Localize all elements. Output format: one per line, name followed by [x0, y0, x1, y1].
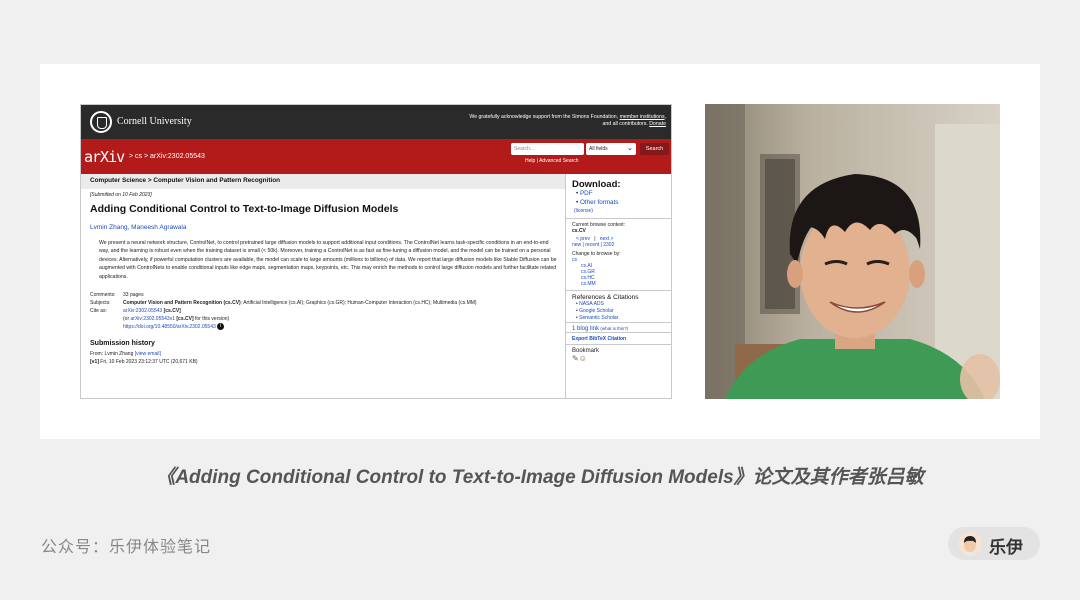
download-list: PDF Other formats [576, 190, 671, 207]
blog-section: 1 blog link (what is this?) [566, 322, 671, 332]
chevron-down-icon: ⌄ [627, 145, 633, 152]
acknowledgment-text: We gratefully acknowledge support from t… [466, 114, 666, 128]
paper-abstract: We present a neural network structure, C… [99, 240, 557, 280]
subjects-label: Subjects: [90, 300, 111, 307]
cite-value: arXiv:2302.05543 [cs.CV] (or arXiv:2302.… [123, 307, 565, 331]
submission-history-heading: Submission history [90, 340, 155, 348]
info-icon[interactable]: i [217, 323, 225, 331]
bibtex-section: Export BibTeX Citation [566, 332, 671, 344]
paper-title: Adding Conditional Control to Text-to-Im… [90, 203, 399, 215]
arxiv-top-bar: Cornell University We gratefully acknowl… [81, 105, 671, 139]
bibsonomy-icon[interactable]: ✎ [572, 354, 579, 363]
what-is-this-link[interactable]: (what is this?) [600, 326, 628, 331]
arxiv-screenshot: Cornell University We gratefully acknowl… [80, 104, 672, 399]
reddit-icon[interactable]: ☺ [579, 354, 587, 363]
author-photo-illustration [705, 104, 1000, 399]
browse-context-section: Current browse context: cs.CV < prev | n… [566, 218, 671, 287]
submitted-date: [Submitted on 10 Feb 2023] [90, 192, 152, 198]
search-field-select[interactable]: All fields ⌄ [586, 143, 636, 155]
google-scholar-link[interactable]: Google Scholar [579, 308, 613, 314]
other-subjects: ; Artificial Intelligence (cs.AI); Graph… [240, 300, 477, 307]
donate-link[interactable]: Donate [649, 121, 666, 127]
nasa-ads-link[interactable]: NASA ADS [579, 301, 604, 307]
cornell-seal-icon [90, 111, 112, 133]
subjects-value: Computer Vision and Pattern Recognition … [123, 299, 565, 307]
bookmark-section: Bookmark ✎☺ [566, 344, 671, 363]
ack-text: We gratefully acknowledge support from t… [469, 114, 619, 120]
cite-v1-category: [cs.CV] [176, 316, 194, 323]
cite-v1-link[interactable]: arXiv:2302.05543v1 [131, 316, 175, 322]
cite-or: (or [123, 316, 130, 323]
arxiv-header-bar: arXiv > cs > arXiv:2302.05543 Search... … [81, 139, 671, 174]
pdf-link[interactable]: PDF [580, 190, 593, 197]
version-label[interactable]: [v1] [90, 359, 99, 365]
help-advanced-search-link[interactable]: Help | Advanced Search [525, 158, 579, 164]
slide-caption: 《Adding Conditional Control to Text-to-I… [156, 467, 924, 488]
cite-label: Cite as: [90, 308, 107, 315]
other-formats-link[interactable]: Other formats [580, 199, 619, 206]
download-heading: Download: [572, 179, 621, 190]
badge-name: 乐伊 [989, 538, 1023, 557]
semantic-scholar-link[interactable]: Semantic Scholar [579, 315, 618, 321]
avatar-icon [958, 532, 982, 556]
submission-history: From: Lvmin Zhang [view email] [v1] Fri,… [90, 350, 565, 366]
history-from: From: Lvmin Zhang [90, 351, 134, 358]
arxiv-logo[interactable]: arXiv [84, 148, 125, 166]
search-button[interactable]: Search [640, 143, 669, 155]
avatar [958, 532, 982, 556]
view-email-link[interactable]: [view email] [135, 351, 161, 357]
references-section: References & Citations NASA ADS Google S… [566, 290, 671, 322]
export-bibtex-link[interactable]: Export BibTeX Citation [572, 336, 626, 342]
paper-metadata: Comments: 33 pages Subjects: Computer Vi… [90, 291, 565, 331]
author-badge: 乐伊 [948, 527, 1040, 560]
abstract-main: Computer Science > Computer Vision and P… [81, 174, 565, 366]
comments-row: Comments: 33 pages [90, 291, 565, 299]
version-date: Fri, 10 Feb 2023 23:12:37 UTC (20,671 KB… [100, 359, 198, 366]
wechat-account: 公众号：乐伊体验笔记 [41, 539, 212, 556]
browse-cat-mm[interactable]: cs.MM [581, 281, 671, 287]
member-institutions-link[interactable]: member institutions [620, 114, 665, 120]
cite-category: [cs.CV] [163, 308, 181, 315]
blog-link[interactable]: 1 blog link [572, 326, 599, 332]
subject-header: Computer Science > Computer Vision and P… [81, 174, 565, 189]
search-field-value: All fields [589, 146, 608, 152]
arxiv-sidebar: Download: PDF Other formats (license) Cu… [565, 174, 671, 398]
author-photo [705, 104, 1000, 399]
references-list: NASA ADS Google Scholar Semantic Scholar [576, 301, 671, 322]
license-link[interactable]: (license) [574, 208, 671, 214]
comments-value: 33 pages [123, 292, 144, 299]
search-input[interactable]: Search... [511, 143, 584, 155]
cite-row: Cite as: arXiv:2302.05543 [cs.CV] (or ar… [90, 307, 565, 331]
paper-authors[interactable]: Lvmin Zhang, Maneesh Agrawala [90, 224, 565, 231]
references-heading: References & Citations [572, 294, 639, 301]
browse-context-value: cs.CV [572, 228, 586, 234]
subjects-row: Subjects: Computer Vision and Pattern Re… [90, 299, 565, 307]
comments-label: Comments: [90, 292, 116, 299]
slide-card: Cornell University We gratefully acknowl… [40, 64, 1040, 439]
cite-id-link[interactable]: arXiv:2302.05543 [123, 308, 162, 314]
new-recent-links[interactable]: new | recent | 2302 [572, 242, 671, 248]
breadcrumb[interactable]: > cs > arXiv:2302.05543 [129, 153, 205, 160]
cite-v1-rest: for this version) [195, 316, 230, 323]
cornell-name[interactable]: Cornell University [117, 116, 192, 127]
primary-subject: Computer Vision and Pattern Recognition … [123, 300, 241, 307]
doi-link[interactable]: https://doi.org/10.48550/arXiv.2302.0554… [123, 324, 216, 330]
